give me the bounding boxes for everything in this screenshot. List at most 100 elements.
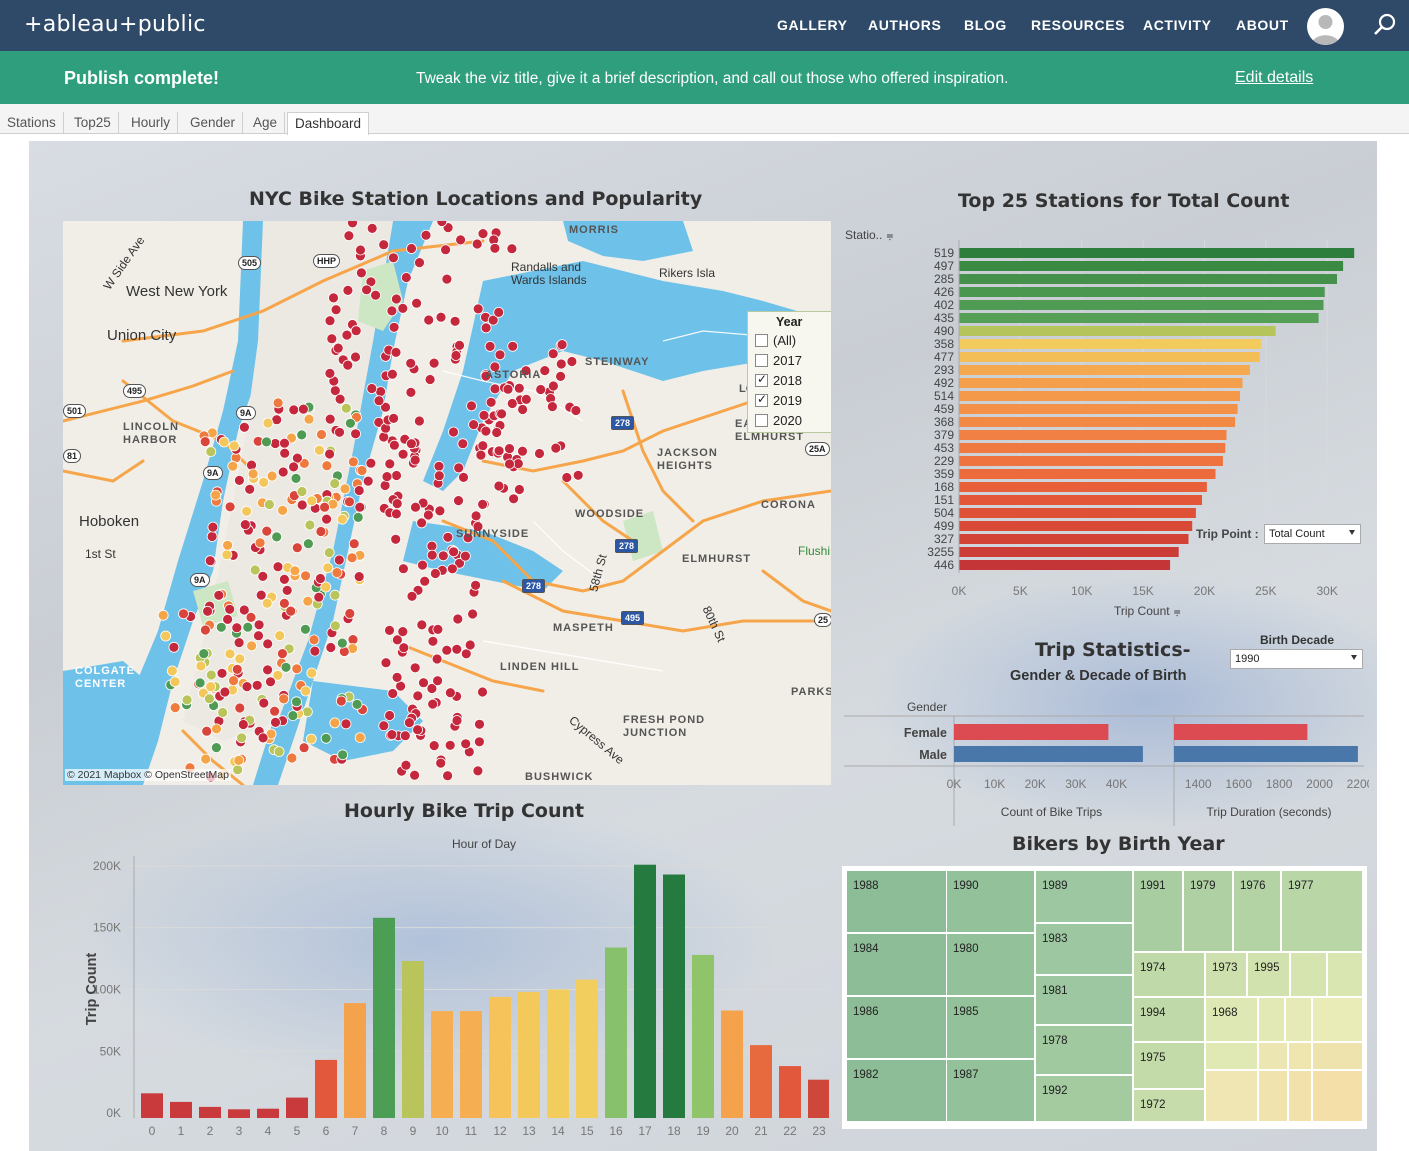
station-marker[interactable] (303, 413, 315, 425)
station-marker[interactable] (474, 718, 485, 730)
stat-bar[interactable] (1174, 746, 1358, 762)
station-marker[interactable] (336, 513, 348, 525)
station-marker[interactable] (451, 643, 463, 655)
nav-authors[interactable]: AUTHORS (868, 17, 941, 33)
treemap-cell-unlabeled[interactable] (1327, 952, 1363, 997)
bar[interactable] (959, 547, 1179, 557)
station-marker[interactable] (457, 438, 469, 450)
station-marker[interactable] (257, 732, 269, 744)
station-marker[interactable] (347, 634, 359, 646)
station-marker[interactable] (384, 458, 396, 470)
station-marker[interactable] (326, 333, 338, 345)
station-marker[interactable] (477, 228, 489, 240)
station-marker[interactable] (422, 509, 434, 521)
station-marker[interactable] (298, 742, 310, 754)
station-marker[interactable] (299, 623, 311, 635)
station-marker[interactable] (506, 398, 518, 409)
station-marker[interactable] (472, 303, 484, 315)
station-marker[interactable] (221, 549, 233, 561)
station-marker[interactable] (205, 669, 217, 681)
station-marker[interactable] (361, 284, 373, 296)
treemap-cell-unlabeled[interactable] (1288, 1070, 1312, 1122)
station-marker[interactable] (366, 383, 378, 394)
station-marker[interactable] (332, 342, 344, 354)
treemap-cell[interactable]: 1995 (1247, 952, 1290, 997)
station-marker[interactable] (342, 285, 354, 296)
station-marker[interactable] (388, 321, 400, 333)
station-marker[interactable] (205, 446, 217, 458)
station-marker[interactable] (199, 436, 211, 448)
station-marker[interactable] (331, 567, 343, 579)
station-marker[interactable] (224, 501, 236, 513)
station-marker[interactable] (337, 749, 349, 761)
year-filter-2020[interactable]: 2020 (755, 413, 802, 428)
station-marker[interactable] (547, 348, 559, 360)
station-marker[interactable] (397, 563, 409, 575)
station-marker[interactable] (216, 667, 228, 679)
station-marker[interactable] (478, 409, 490, 421)
station-marker[interactable] (340, 718, 352, 730)
hour-bar[interactable] (460, 1011, 482, 1118)
station-marker[interactable] (314, 573, 326, 584)
treemap-cell[interactable]: 1978 (1035, 1025, 1133, 1075)
station-marker[interactable] (555, 370, 567, 382)
station-marker[interactable] (388, 412, 400, 424)
station-marker[interactable] (253, 630, 264, 642)
station-marker[interactable] (328, 292, 339, 304)
station-marker[interactable] (397, 448, 409, 460)
station-marker[interactable] (451, 715, 463, 726)
station-marker[interactable] (379, 480, 391, 491)
year-filter[interactable]: Year (All) 2017 2018 2019 2020 (747, 311, 831, 433)
station-marker[interactable] (210, 489, 222, 501)
station-marker[interactable] (254, 537, 266, 549)
station-marker[interactable] (270, 716, 281, 728)
station-marker[interactable] (301, 706, 313, 718)
station-marker[interactable] (329, 717, 341, 729)
trip-statistics-chart[interactable]: Gender Female Male 0K 10K 20K 30K 40K Count of B… (839, 696, 1369, 826)
treemap-cell[interactable]: 1992 (1035, 1075, 1133, 1122)
station-marker[interactable] (246, 459, 257, 471)
station-marker[interactable] (206, 531, 218, 542)
bar[interactable] (959, 365, 1250, 375)
station-marker[interactable] (296, 499, 308, 511)
station-marker[interactable] (508, 493, 520, 505)
hour-bar[interactable] (605, 947, 627, 1119)
station-marker[interactable] (420, 229, 432, 241)
station-marker[interactable] (242, 621, 254, 633)
treemap-cell[interactable]: 1994 (1133, 997, 1205, 1042)
station-marker[interactable] (227, 460, 239, 472)
bar[interactable] (959, 313, 1319, 323)
station-marker[interactable] (350, 428, 362, 440)
station-marker[interactable] (329, 478, 341, 489)
treemap-cell-unlabeled[interactable] (1258, 1070, 1288, 1122)
station-marker[interactable] (343, 230, 355, 242)
station-marker[interactable] (572, 469, 584, 481)
station-marker[interactable] (417, 559, 428, 571)
station-marker[interactable] (435, 311, 447, 323)
station-marker[interactable] (455, 234, 467, 246)
station-marker[interactable] (489, 242, 501, 254)
station-marker[interactable] (397, 626, 409, 638)
station-marker[interactable] (333, 554, 345, 566)
birth-decade-dropdown[interactable]: 1990 (1230, 649, 1363, 669)
station-marker[interactable] (355, 267, 367, 279)
station-marker[interactable] (418, 677, 429, 689)
station-marker[interactable] (213, 589, 225, 601)
station-marker[interactable] (321, 460, 333, 472)
station-marker[interactable] (278, 573, 290, 585)
station-marker[interactable] (475, 449, 487, 461)
station-marker[interactable] (233, 755, 245, 766)
station-marker[interactable] (325, 642, 337, 653)
station-marker[interactable] (245, 611, 257, 623)
station-marker[interactable] (238, 421, 250, 433)
treemap-cell-unlabeled[interactable] (1290, 952, 1327, 997)
station-marker[interactable] (324, 315, 336, 327)
bar[interactable] (959, 443, 1226, 453)
station-marker[interactable] (344, 496, 355, 508)
bar[interactable] (959, 352, 1260, 362)
hour-bar[interactable] (663, 874, 685, 1119)
hour-bar[interactable] (518, 991, 540, 1118)
station-marker[interactable] (198, 648, 210, 660)
station-marker[interactable] (493, 445, 505, 457)
station-marker[interactable] (442, 531, 454, 543)
